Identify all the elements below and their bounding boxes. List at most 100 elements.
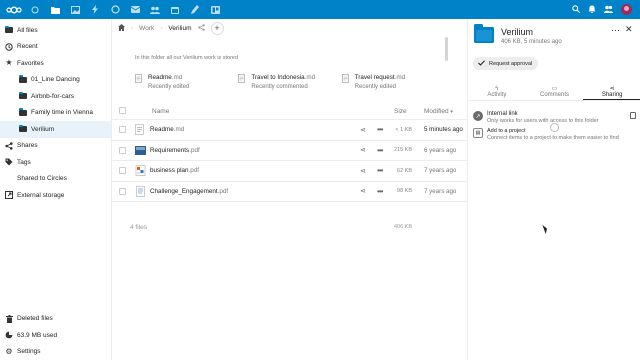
- sidebar-footer: Deleted files 63.9 MB used ⚙ Settings: [0, 311, 112, 360]
- breadcrumb-work[interactable]: Work: [139, 25, 154, 32]
- more-actions-icon[interactable]: ⋯: [611, 25, 620, 36]
- files-icon[interactable]: [45, 0, 65, 19]
- table-row[interactable]: Readme.md ⋖ ••• < 1 KB 5 minutes ago: [112, 120, 467, 141]
- details-subtitle: 406 KB, 5 minutes ago: [501, 39, 562, 45]
- tab-label: Sharing: [601, 92, 623, 98]
- row-checkbox[interactable]: [119, 126, 126, 134]
- row-checkbox[interactable]: [119, 187, 126, 195]
- nav-recent[interactable]: Recent: [0, 39, 111, 56]
- nav-label: External storage: [17, 191, 65, 199]
- share-icon[interactable]: ⋖: [360, 187, 366, 195]
- more-actions-icon[interactable]: •••: [377, 125, 383, 134]
- top-bar: [0, 0, 640, 19]
- row-checkbox[interactable]: [119, 146, 126, 154]
- internal-link-description: Only works for users with access to this…: [487, 118, 599, 124]
- rich-workspace-scrollbar[interactable]: [445, 37, 448, 61]
- contacts-icon[interactable]: [145, 0, 165, 19]
- share-icon[interactable]: ⋖: [360, 146, 366, 154]
- contacts-menu-icon[interactable]: [604, 5, 613, 15]
- file-modified: 7 years ago: [424, 187, 457, 195]
- notifications-icon[interactable]: [588, 5, 596, 15]
- add-to-project-entry[interactable]: ▤ Add to a project Connect items to a pr…: [473, 128, 638, 141]
- user-avatar[interactable]: [621, 4, 632, 15]
- table-row[interactable]: Requirements.pdf ⋖ ••• 215 KB 6 years ag…: [112, 141, 467, 161]
- pdf-thumbnail-icon: [135, 185, 146, 197]
- folder-icon: [19, 108, 27, 117]
- file-name[interactable]: Readme.md: [150, 126, 184, 133]
- rich-workspace-text: In this folder all our Verilium work is …: [135, 55, 239, 61]
- file-name[interactable]: Requirements.pdf: [150, 147, 200, 154]
- photos-icon[interactable]: [65, 0, 85, 19]
- close-icon[interactable]: ✕: [625, 24, 633, 35]
- new-button[interactable]: +: [210, 21, 224, 35]
- breadcrumb: › Work › Verilium +: [112, 19, 467, 37]
- nextcloud-logo[interactable]: [3, 0, 25, 19]
- column-header-modified[interactable]: Modified ▾: [424, 108, 453, 115]
- breadcrumb-share-icon[interactable]: [197, 23, 205, 33]
- activity-icon[interactable]: [85, 0, 105, 19]
- recent-name: Travel to Indonesia.md: [251, 74, 316, 81]
- home-icon[interactable]: [118, 23, 125, 33]
- folder-icon: [5, 25, 13, 34]
- deck-icon[interactable]: [205, 0, 225, 19]
- recent-item[interactable]: Readme.md Recently edited: [135, 74, 238, 90]
- mail-icon[interactable]: [125, 0, 145, 19]
- share-icon[interactable]: ⋖: [360, 167, 366, 175]
- recent-item[interactable]: Travel request.md Recently edited: [341, 74, 445, 90]
- more-actions-icon[interactable]: •••: [377, 166, 383, 175]
- nav-favorite-airbnb-for-cars[interactable]: Airbnb-for-cars: [0, 88, 111, 105]
- table-row[interactable]: Challenge_Engagement.pdf ⋖ ••• 98 KB 7 y…: [112, 182, 467, 202]
- recent-status: Recently commented: [251, 84, 308, 90]
- tab-sharing[interactable]: ⋖ Sharing: [583, 85, 640, 100]
- recent-name: Travel request.md: [354, 74, 406, 81]
- app-navigation: All files Recent ★ Favorites 01_Line Dan…: [0, 19, 112, 360]
- nav-favorites[interactable]: ★ Favorites: [0, 55, 111, 72]
- link-icon: ↗: [473, 111, 483, 121]
- details-sidebar: Verilium 406 KB, 5 minutes ago ⋯ ✕ Reque…: [467, 19, 640, 360]
- more-actions-icon[interactable]: •••: [377, 187, 383, 196]
- nav-deleted-files[interactable]: Deleted files: [0, 311, 112, 328]
- nav-shared-to-circles[interactable]: Shared to Circles: [0, 171, 111, 188]
- files-main: › Work › Verilium + In this folder all o…: [112, 19, 467, 360]
- quota-indicator: 63.9 MB used: [0, 327, 112, 344]
- calendar-icon[interactable]: [165, 0, 185, 19]
- file-modified: 6 years ago: [424, 146, 457, 154]
- more-actions-icon[interactable]: •••: [377, 146, 383, 155]
- breadcrumb-verilium[interactable]: Verilium: [168, 25, 191, 32]
- tab-comments[interactable]: ▭ Comments: [526, 85, 584, 100]
- table-row[interactable]: business plan.pdf ⋖ ••• 62 KB 7 years ag…: [112, 161, 467, 182]
- share-icon[interactable]: ⋖: [360, 126, 366, 134]
- search-icon[interactable]: [572, 4, 580, 15]
- nav-favorite-family-time-in-vienna[interactable]: Family time in Vienna: [0, 105, 111, 122]
- file-name[interactable]: Challenge_Engagement.pdf: [150, 188, 228, 195]
- nav-label: Recent: [17, 43, 38, 51]
- file-modified: 7 years ago: [424, 167, 457, 175]
- talk-icon[interactable]: [105, 0, 125, 19]
- request-approval-button[interactable]: Request approval: [473, 57, 538, 70]
- recent-item[interactable]: Travel to Indonesia.md Recently commente…: [238, 74, 341, 90]
- select-all-checkbox[interactable]: [119, 107, 126, 114]
- nav-shares[interactable]: Shares: [0, 138, 111, 155]
- file-name[interactable]: business plan.pdf: [150, 167, 199, 174]
- internal-link-entry[interactable]: ↗ Internal link Only works for users wit…: [473, 111, 638, 124]
- file-size: 215 KB: [393, 147, 412, 154]
- nav-tags[interactable]: Tags: [0, 154, 111, 171]
- nav-external-storage[interactable]: External storage: [0, 187, 111, 204]
- file-size: 98 KB: [397, 188, 412, 195]
- row-checkbox[interactable]: [119, 167, 126, 175]
- clipboard-icon[interactable]: [630, 112, 636, 119]
- project-icon: ▤: [473, 128, 483, 138]
- nav-favorite-verilium[interactable]: Verilium: [0, 121, 111, 138]
- nav-all-files[interactable]: All files: [0, 22, 111, 39]
- tab-label: Comments: [540, 92, 570, 98]
- nav-favorite-01-line-dancing[interactable]: 01_Line Dancing: [0, 72, 111, 89]
- tab-activity[interactable]: ϟ Activity: [468, 85, 526, 100]
- file-list-summary: 4 files 406 KB: [112, 224, 467, 244]
- notes-icon[interactable]: [185, 0, 205, 19]
- column-header-name[interactable]: Name: [152, 108, 169, 115]
- tag-icon: [5, 158, 13, 166]
- column-header-size[interactable]: Size: [394, 108, 407, 115]
- file-size: < 1 KB: [395, 126, 412, 133]
- dashboard-icon[interactable]: [25, 0, 45, 19]
- nav-settings[interactable]: ⚙ Settings: [0, 344, 112, 360]
